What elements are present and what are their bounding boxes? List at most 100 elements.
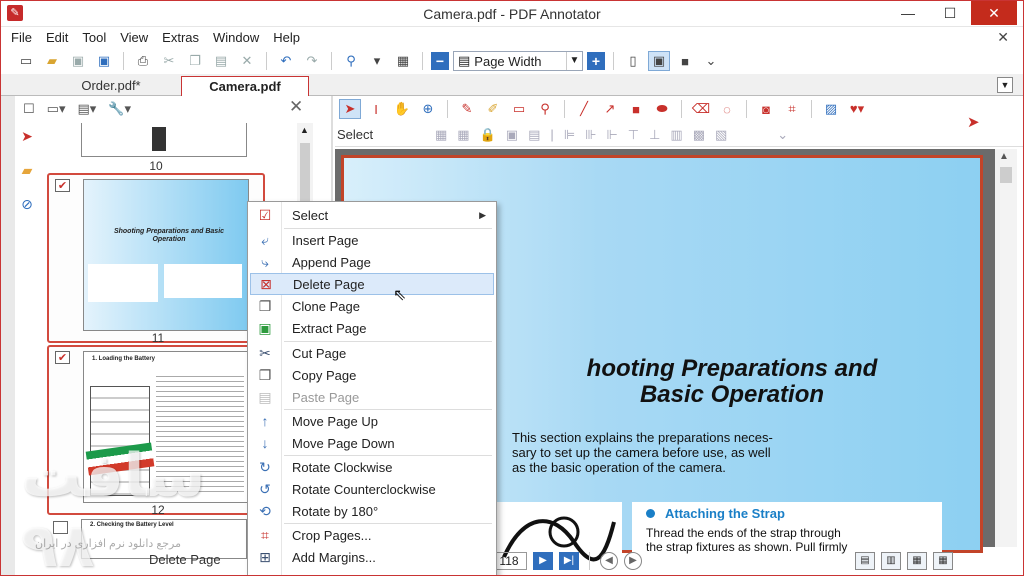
- menu-item-crop-pages[interactable]: ⌗ Crop Pages...: [250, 524, 494, 546]
- scroll-up-icon[interactable]: ▲: [300, 125, 309, 135]
- tools-dropdown-icon[interactable]: ▾: [366, 51, 388, 71]
- single-page-view-icon[interactable]: ▯: [622, 51, 644, 71]
- new-document-icon[interactable]: ▭: [15, 51, 37, 71]
- crop-tool-icon[interactable]: ⌗: [781, 99, 803, 119]
- menu-edit[interactable]: Edit: [46, 30, 68, 45]
- paste-icon[interactable]: ▤: [210, 51, 232, 71]
- rectangle-tool-icon[interactable]: ■: [625, 99, 647, 119]
- page-checkbox[interactable]: ✔: [55, 351, 70, 364]
- attachments-icon[interactable]: ⊘: [14, 189, 40, 219]
- more-options-chevron-icon[interactable]: ⌄: [777, 127, 788, 143]
- distribute-icon[interactable]: ▥: [670, 127, 682, 143]
- save-icon[interactable]: ▣: [67, 51, 89, 71]
- menu-item-select[interactable]: ☑ Select ▶: [250, 204, 494, 226]
- menu-item-delete-page[interactable]: ⊠ Delete Page: [250, 273, 494, 295]
- delete-icon[interactable]: ✕: [236, 51, 258, 71]
- history-back-icon[interactable]: ◀: [600, 552, 618, 570]
- thumbnail-card-selected[interactable]: ✔ 1. Loading the Battery 12: [47, 345, 265, 517]
- minimize-button[interactable]: —: [891, 1, 925, 25]
- select-tool-icon[interactable]: ➤: [339, 99, 361, 119]
- cut-icon[interactable]: ✂: [158, 51, 180, 71]
- document-scrollbar[interactable]: ▲: [995, 149, 1017, 547]
- menu-item-cut-page[interactable]: ✂ Cut Page: [250, 342, 494, 364]
- tab-list-dropdown-icon[interactable]: ▼: [997, 77, 1013, 93]
- maximize-button[interactable]: ☐: [933, 1, 967, 25]
- document-close-icon[interactable]: ✕: [997, 29, 1009, 46]
- menu-item-insert-page[interactable]: ⤶ Insert Page: [250, 229, 494, 251]
- align-right-icon[interactable]: ⊩: [606, 127, 617, 143]
- pages-icon[interactable]: ▰: [14, 155, 40, 185]
- new-page-icon[interactable]: ▭▾: [47, 101, 66, 117]
- group-icon[interactable]: ▦: [435, 127, 447, 143]
- two-page-continuous-mode-icon[interactable]: ▦: [933, 552, 953, 570]
- menu-extras[interactable]: Extras: [162, 30, 199, 45]
- align-middle-icon[interactable]: ⊥: [649, 127, 660, 143]
- page-thumbnail[interactable]: Shooting Preparations and Basic Operatio…: [83, 179, 249, 331]
- single-page-mode-icon[interactable]: ▤: [855, 552, 875, 570]
- line-tool-icon[interactable]: ╱: [573, 99, 595, 119]
- print-icon[interactable]: ⎙: [132, 51, 154, 71]
- insert-image-icon[interactable]: ▨: [820, 99, 842, 119]
- hand-tool-icon[interactable]: ✋: [391, 99, 413, 119]
- zoom-tool-icon[interactable]: ⊕: [417, 99, 439, 119]
- page-checkbox[interactable]: ✔: [55, 179, 70, 192]
- menu-file[interactable]: File: [11, 30, 32, 45]
- align-left-icon[interactable]: ⊫: [564, 127, 575, 143]
- menu-item-rotate-180[interactable]: ⟲ Rotate by 180°: [250, 500, 494, 522]
- send-back-icon[interactable]: ▧: [715, 127, 727, 143]
- menu-window[interactable]: Window: [213, 30, 259, 45]
- page-thumbnail[interactable]: 1. Loading the Battery: [83, 351, 249, 503]
- more-chevron-icon[interactable]: ⌄: [700, 51, 722, 71]
- ellipse-tool-icon[interactable]: ⬬: [651, 99, 673, 119]
- menu-tool[interactable]: Tool: [82, 30, 106, 45]
- scrollbar-thumb[interactable]: [1000, 167, 1012, 183]
- lock-icon[interactable]: 🔒: [480, 127, 496, 143]
- lasso-tool-icon[interactable]: ◌: [716, 99, 738, 119]
- menu-view[interactable]: View: [120, 30, 148, 45]
- menu-item-paste-page[interactable]: ▤ Paste Page: [250, 386, 494, 408]
- zoom-out-button[interactable]: −: [431, 52, 449, 70]
- stamp-tool-icon[interactable]: ⚲: [534, 99, 556, 119]
- bookmarks-icon[interactable]: ➤: [14, 121, 40, 151]
- next-page-button[interactable]: ▶: [533, 552, 553, 570]
- find-icon[interactable]: ⚲: [340, 51, 362, 71]
- thumbnail-card-selected[interactable]: ✔ Shooting Preparations and Basic Operat…: [47, 173, 265, 345]
- copy-icon[interactable]: ❐: [184, 51, 206, 71]
- unlock-icon[interactable]: ▣: [506, 127, 518, 143]
- favorites-heart-icon[interactable]: ♥▾: [846, 99, 868, 119]
- wrench-icon[interactable]: 🔧▾: [108, 101, 131, 117]
- properties-icon[interactable]: ▤: [528, 127, 540, 143]
- save-as-icon[interactable]: ▣: [93, 51, 115, 71]
- layout-icon[interactable]: ▦: [392, 51, 414, 71]
- last-page-button[interactable]: ▶|: [559, 552, 579, 570]
- fullscreen-icon[interactable]: ■: [674, 51, 696, 71]
- redo-icon[interactable]: ↷: [301, 51, 323, 71]
- zoom-in-button[interactable]: +: [587, 52, 605, 70]
- menu-item-copy-page[interactable]: ❐ Copy Page: [250, 364, 494, 386]
- page-checkbox[interactable]: [53, 521, 68, 534]
- thumb-view-icon[interactable]: ▤▾: [77, 101, 96, 117]
- text-select-tool-icon[interactable]: I: [365, 99, 387, 119]
- ungroup-icon[interactable]: ▦: [457, 127, 469, 143]
- menu-item-rotate-ccw[interactable]: ↺ Rotate Counterclockwise: [250, 478, 494, 500]
- fit-page-view-icon[interactable]: ▣: [648, 51, 670, 71]
- menu-item-extract-page[interactable]: ▣ Extract Page: [250, 317, 494, 339]
- select-all-checkbox[interactable]: ☐: [23, 101, 35, 117]
- menu-item-move-up[interactable]: ↑ Move Page Up: [250, 410, 494, 432]
- menu-item-rotate-cw[interactable]: ↻ Rotate Clockwise: [250, 456, 494, 478]
- undo-icon[interactable]: ↶: [275, 51, 297, 71]
- tab-order-pdf[interactable]: Order.pdf*: [51, 76, 171, 96]
- panel-close-icon[interactable]: ✕: [289, 97, 303, 117]
- align-center-icon[interactable]: ⊪: [585, 127, 596, 143]
- menu-help[interactable]: Help: [273, 30, 300, 45]
- highlighter-tool-icon[interactable]: ✐: [482, 99, 504, 119]
- page-thumbnail[interactable]: [81, 123, 247, 157]
- text-box-tool-icon[interactable]: ▭: [508, 99, 530, 119]
- pen-tool-icon[interactable]: ✎: [456, 99, 478, 119]
- history-forward-icon[interactable]: ▶: [624, 552, 642, 570]
- menu-item-move-down[interactable]: ↓ Move Page Down: [250, 432, 494, 454]
- align-top-icon[interactable]: ⊤: [628, 127, 639, 143]
- bring-front-icon[interactable]: ▩: [693, 127, 705, 143]
- continuous-mode-icon[interactable]: ▥: [881, 552, 901, 570]
- tab-camera-pdf[interactable]: Camera.pdf: [181, 76, 309, 96]
